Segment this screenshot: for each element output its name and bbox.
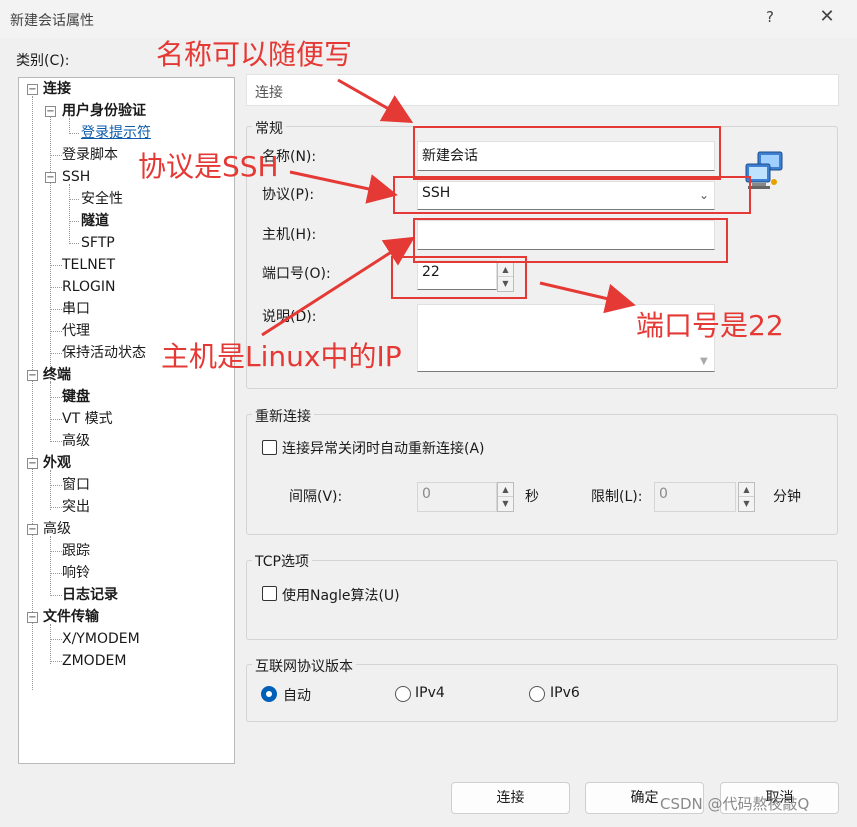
annotation-host: 主机是Linux中的IP	[161, 340, 402, 373]
annotation-name: 名称可以随便写	[156, 38, 353, 71]
annotation-port: 端口号是22	[636, 309, 784, 342]
watermark: CSDN @代码熬夜敲Q	[660, 795, 810, 813]
annotation-arrows	[261, 78, 636, 337]
annotation-protocol: 协议是SSH	[138, 150, 279, 183]
